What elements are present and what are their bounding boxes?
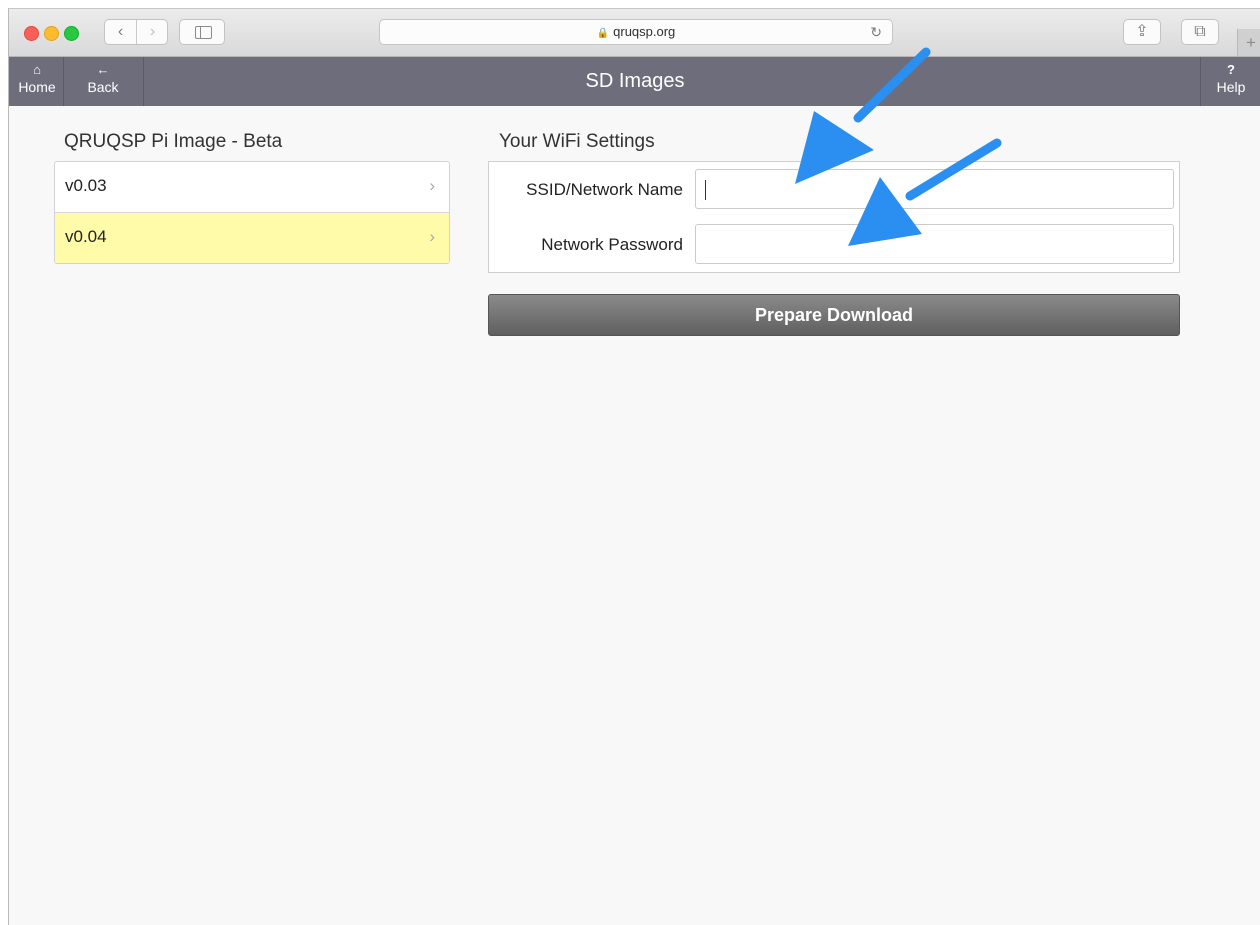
- image-version-list: v0.03 › v0.04 ›: [54, 161, 450, 264]
- browser-toolbar: ‹ › 🔒 qruqsp.org ↻ ⇪ ⧉ +: [9, 9, 1260, 57]
- page-title: SD Images: [585, 70, 685, 92]
- home-button[interactable]: ⌂ Home: [11, 57, 64, 106]
- text-cursor: [705, 180, 706, 200]
- back-arrow-icon: ←: [96, 62, 110, 77]
- password-input[interactable]: [695, 224, 1174, 264]
- browser-window: ‹ › 🔒 qruqsp.org ↻ ⇪ ⧉ + SD Images ⌂ Home…: [8, 8, 1260, 925]
- zoom-window-button[interactable]: [64, 26, 79, 41]
- wifi-settings-form: SSID/Network Name Network Password: [488, 161, 1180, 273]
- share-button[interactable]: ⇪: [1123, 19, 1161, 45]
- ssid-row: SSID/Network Name: [489, 169, 1179, 211]
- list-item-label: v0.03: [65, 176, 107, 195]
- help-label: Help: [1216, 79, 1246, 95]
- minimize-window-button[interactable]: [44, 26, 59, 41]
- plus-icon: +: [1246, 33, 1256, 52]
- ssid-input[interactable]: [695, 169, 1174, 209]
- list-item-label: v0.04: [65, 227, 107, 246]
- sidebar-toggle-button[interactable]: [179, 19, 225, 45]
- chevron-right-icon: ›: [429, 227, 435, 246]
- show-tabs-button[interactable]: ⧉: [1181, 19, 1219, 45]
- password-label: Network Password: [541, 235, 683, 254]
- browser-forward-icon[interactable]: ›: [137, 20, 168, 44]
- reload-icon[interactable]: ↻: [870, 20, 882, 44]
- home-icon: ⌂: [33, 62, 41, 77]
- list-item-v0-04[interactable]: v0.04 ›: [55, 213, 449, 263]
- wifi-settings-title: Your WiFi Settings: [499, 131, 655, 152]
- help-icon: ?: [1227, 62, 1235, 77]
- tabs-icon: ⧉: [1194, 23, 1206, 40]
- back-button[interactable]: ← Back: [63, 57, 144, 106]
- app-header: SD Images ⌂ Home ← Back ? Help: [9, 57, 1260, 106]
- prepare-download-button[interactable]: Prepare Download: [488, 294, 1180, 336]
- address-bar[interactable]: 🔒 qruqsp.org ↻: [379, 19, 893, 45]
- share-icon: ⇪: [1135, 23, 1149, 40]
- url-text: qruqsp.org: [613, 24, 676, 39]
- new-tab-button[interactable]: +: [1237, 29, 1260, 56]
- close-window-button[interactable]: [24, 26, 39, 41]
- password-row: Network Password: [489, 224, 1179, 266]
- help-button[interactable]: ? Help: [1200, 57, 1260, 106]
- ssid-label: SSID/Network Name: [526, 180, 683, 199]
- chevron-right-icon: ›: [429, 176, 435, 195]
- list-item-v0-03[interactable]: v0.03 ›: [55, 162, 449, 213]
- sidebar-icon: [195, 26, 212, 39]
- browser-back-icon[interactable]: ‹: [105, 20, 137, 44]
- image-list-title: QRUQSP Pi Image - Beta: [64, 131, 283, 152]
- back-label: Back: [87, 79, 119, 95]
- lock-icon: 🔒: [596, 28, 610, 39]
- history-nav: ‹ ›: [104, 19, 168, 45]
- home-label: Home: [18, 79, 56, 95]
